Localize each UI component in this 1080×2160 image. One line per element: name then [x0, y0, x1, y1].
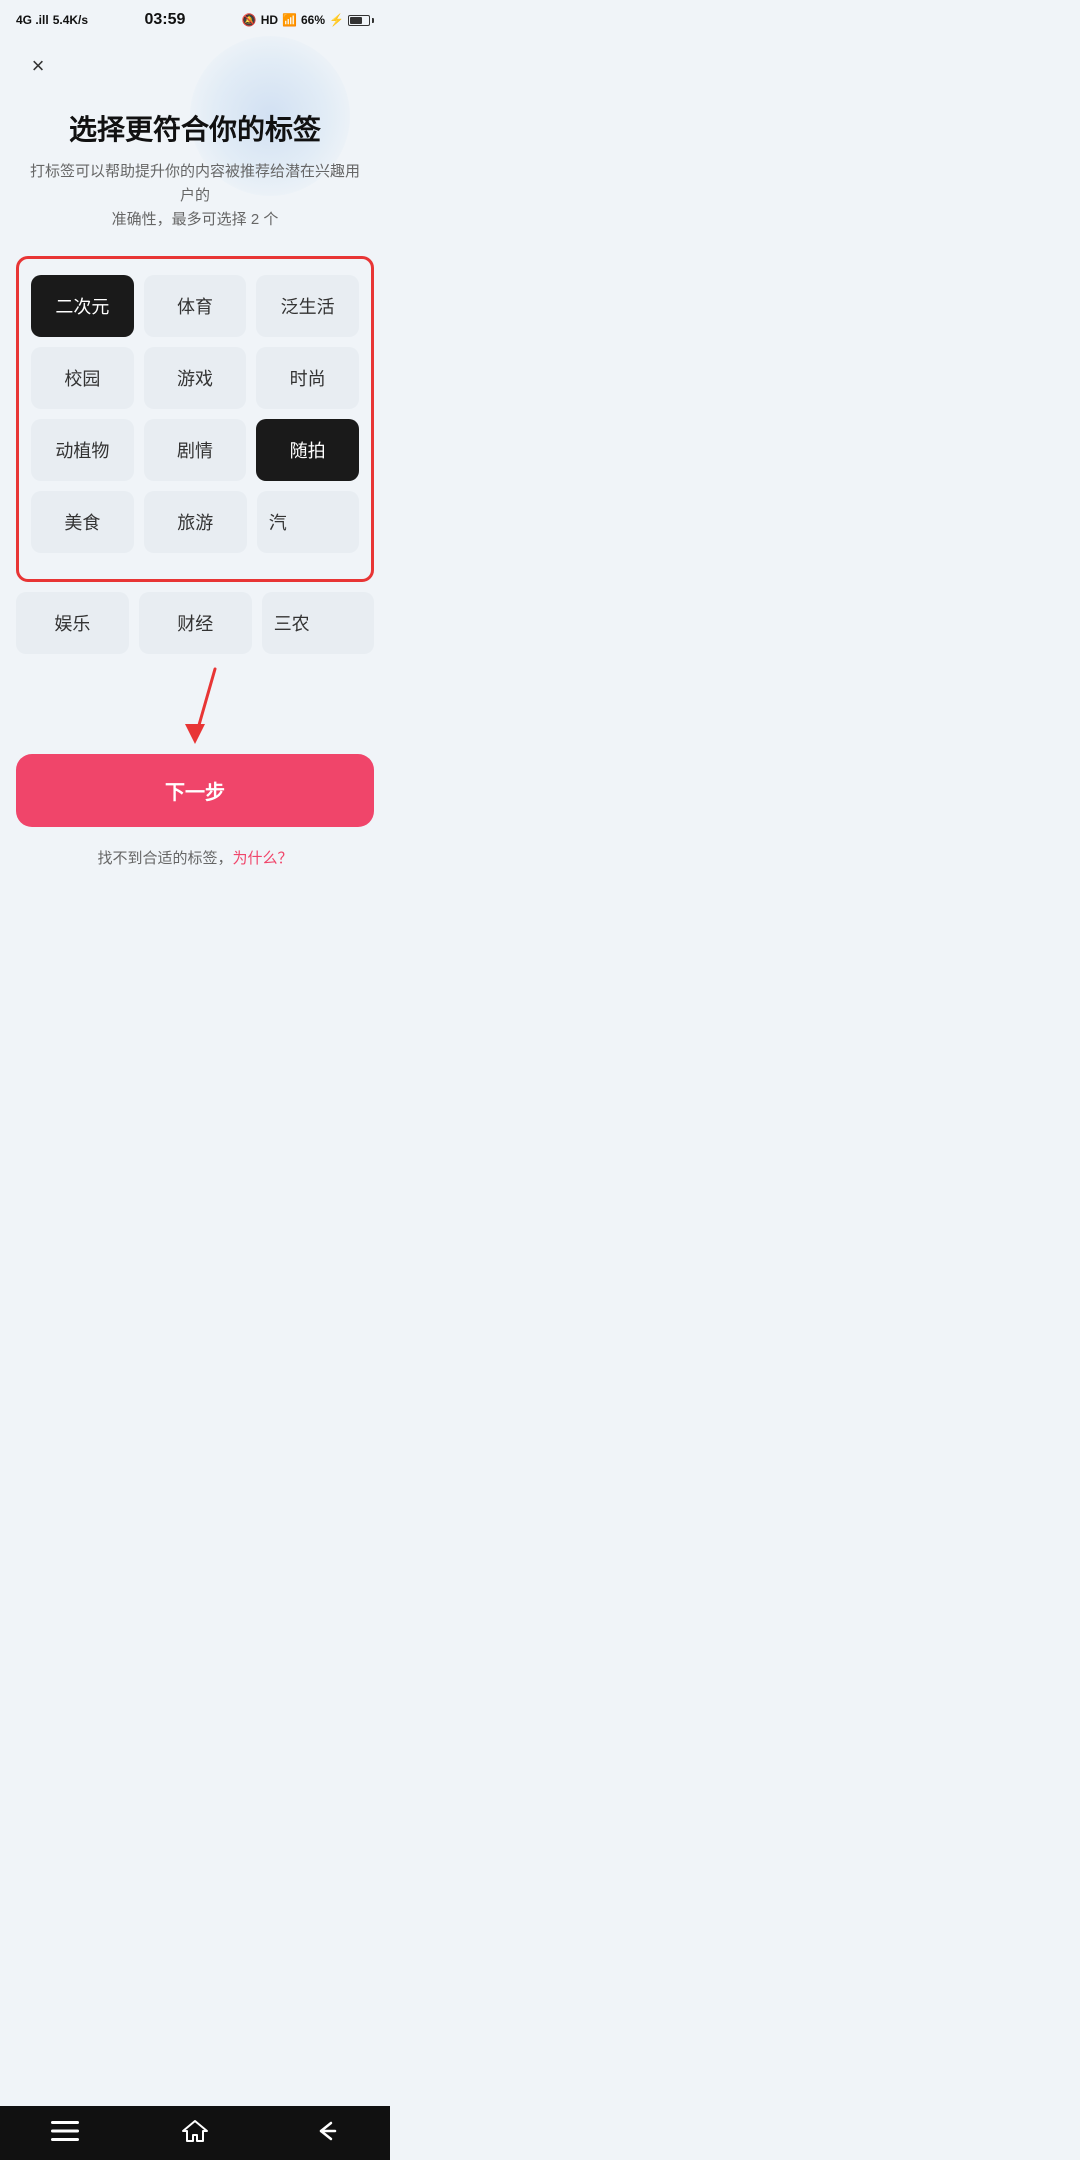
tags-row-4: 美食 旅游 汽: [31, 491, 359, 553]
tag-erciyuan[interactable]: 二次元: [31, 275, 134, 337]
arrow-annotation: [16, 664, 374, 754]
nav-bar: [0, 2106, 390, 2160]
tag-sannong[interactable]: 三农: [262, 592, 374, 654]
tag-selection-area: 二次元 体育 泛生活 校园 游戏 时尚 动植物 剧情 随拍 美食 旅游 汽: [16, 256, 374, 582]
tags-row-5: 娱乐 财经 三农: [16, 592, 374, 654]
battery-widget: [348, 15, 374, 26]
nav-home-icon[interactable]: [181, 2117, 209, 2145]
tags-row-2: 校园 游戏 时尚: [31, 347, 359, 409]
tag-meishi[interactable]: 美食: [31, 491, 134, 553]
wifi-icon: 📶: [282, 13, 297, 27]
nav-menu-icon[interactable]: [51, 2121, 79, 2141]
alarm-icon: 🔕: [242, 13, 257, 27]
status-left: 4G .ill 5.4K/s: [16, 13, 88, 27]
arrow-svg: [135, 664, 255, 754]
tags-row-3: 动植物 剧情 随拍: [31, 419, 359, 481]
tag-caijing[interactable]: 财经: [139, 592, 252, 654]
status-right: 🔕 HD 📶 66% ⚡: [242, 13, 374, 27]
tag-xiaoyuan[interactable]: 校园: [31, 347, 134, 409]
battery-indicator: 66%: [301, 13, 325, 27]
bottom-hint: 找不到合适的标签，为什么？: [16, 847, 374, 868]
close-button[interactable]: ×: [16, 44, 60, 88]
hint-text: 找不到合适的标签，: [97, 850, 232, 867]
hd-indicator: HD: [261, 13, 278, 27]
tag-yule[interactable]: 娱乐: [16, 592, 129, 654]
tags-row-1: 二次元 体育 泛生活: [31, 275, 359, 337]
speed-indicator: 5.4K/s: [53, 13, 88, 27]
main-content: × 选择更符合你的标签 打标签可以帮助提升你的内容被推荐给潜在兴趣用户的准确性，…: [0, 44, 390, 868]
hint-link[interactable]: 为什么？: [233, 850, 293, 867]
tag-juqing[interactable]: 剧情: [144, 419, 247, 481]
page-subtitle: 打标签可以帮助提升你的内容被推荐给潜在兴趣用户的准确性，最多可选择 2 个: [16, 160, 374, 232]
tag-fanshenghuo[interactable]: 泛生活: [256, 275, 359, 337]
tag-shishang[interactable]: 时尚: [256, 347, 359, 409]
tag-partial[interactable]: 汽: [257, 491, 359, 553]
charging-icon: ⚡: [329, 13, 344, 27]
status-bar: 4G .ill 5.4K/s 03:59 🔕 HD 📶 66% ⚡: [0, 0, 390, 36]
tag-lvyou[interactable]: 旅游: [144, 491, 247, 553]
page-title: 选择更符合你的标签: [16, 112, 374, 148]
tag-suipai[interactable]: 随拍: [256, 419, 359, 481]
nav-back-icon[interactable]: [311, 2117, 339, 2145]
tag-tiyu[interactable]: 体育: [144, 275, 247, 337]
next-button[interactable]: 下一步: [16, 754, 374, 827]
tag-youxi[interactable]: 游戏: [144, 347, 247, 409]
network-indicator: 4G .ill: [16, 13, 49, 27]
time-display: 03:59: [144, 11, 185, 29]
tag-dongzhiwu[interactable]: 动植物: [31, 419, 134, 481]
